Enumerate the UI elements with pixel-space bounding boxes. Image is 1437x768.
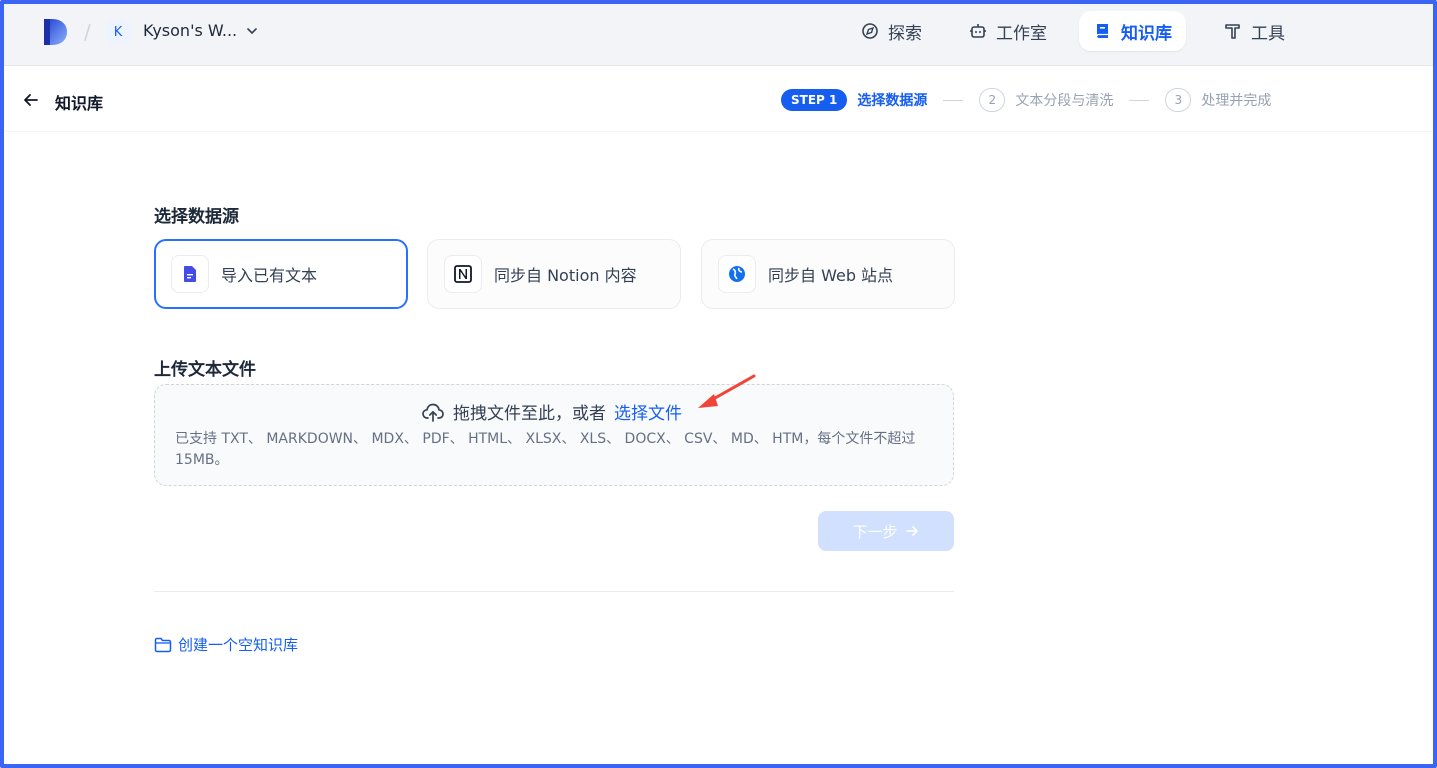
chevron-down-icon[interactable] <box>245 24 259 38</box>
app-window: / K Kyson's W... 探索 工作室 知识库 工具 知识库 STEP … <box>0 0 1437 768</box>
dropzone-drag-text: 拖拽文件至此，或者 <box>453 404 606 424</box>
step3-label: 处理并完成 <box>1201 93 1272 109</box>
next-step-label: 下一步 <box>852 522 898 541</box>
source-card-web[interactable]: 同步自 Web 站点 <box>701 239 955 309</box>
page-header: 知识库 STEP 1 选择数据源 2 文本分段与清洗 3 处理并完成 <box>4 66 1433 132</box>
nav-studio[interactable]: 工作室 <box>954 11 1061 51</box>
select-file-link[interactable]: 选择文件 <box>614 399 682 424</box>
compass-icon <box>862 23 878 39</box>
nav-explore-label: 探索 <box>888 23 922 44</box>
top-navigation-bar: / K Kyson's W... 探索 工作室 知识库 工具 <box>4 4 1433 66</box>
source-card-web-label: 同步自 Web 站点 <box>768 266 894 285</box>
document-icon <box>171 255 209 293</box>
step1-badge: STEP 1 <box>781 89 848 111</box>
step-connector <box>1129 99 1150 101</box>
workspace-name[interactable]: Kyson's W... <box>143 21 237 40</box>
cloud-upload-icon <box>422 403 444 422</box>
nav-knowledge[interactable]: 知识库 <box>1079 11 1186 51</box>
breadcrumb-separator: / <box>84 20 91 44</box>
step3-number: 3 <box>1165 88 1192 112</box>
hammer-icon <box>1225 24 1240 39</box>
step2-label: 文本分段与清洗 <box>1015 93 1114 109</box>
create-empty-knowledge-label: 创建一个空知识库 <box>178 636 299 654</box>
create-empty-knowledge-link[interactable]: 创建一个空知识库 <box>154 634 298 655</box>
section-divider <box>154 591 954 592</box>
step-indicator: STEP 1 选择数据源 2 文本分段与清洗 3 处理并完成 <box>781 88 1271 112</box>
source-card-import-text[interactable]: 导入已有文本 <box>154 239 408 309</box>
source-card-notion-label: 同步自 Notion 内容 <box>494 266 637 285</box>
arrow-right-icon <box>905 526 918 536</box>
nav-tools-label: 工具 <box>1251 23 1285 44</box>
back-arrow-icon[interactable] <box>22 91 40 109</box>
source-card-import-text-label: 导入已有文本 <box>221 266 318 285</box>
page-title: 知识库 <box>55 94 104 113</box>
step2-number: 2 <box>979 88 1006 112</box>
notion-icon <box>444 255 482 293</box>
robot-icon <box>970 24 986 38</box>
file-dropzone[interactable]: 拖拽文件至此，或者 选择文件 已支持 TXT、 MARKDOWN、 MDX、 P… <box>154 384 954 486</box>
folder-icon <box>154 637 172 652</box>
annotation-arrow <box>698 374 756 408</box>
nav-explore[interactable]: 探索 <box>846 11 936 51</box>
step-connector <box>943 99 964 101</box>
nav-studio-label: 工作室 <box>996 23 1047 44</box>
dropzone-prompt: 拖拽文件至此，或者 选择文件 <box>421 399 682 424</box>
nav-tools[interactable]: 工具 <box>1209 11 1299 51</box>
globe-icon <box>718 255 756 293</box>
next-step-button[interactable]: 下一步 <box>818 511 954 551</box>
step1-label: 选择数据源 <box>857 93 928 109</box>
source-card-notion[interactable]: 同步自 Notion 内容 <box>427 239 681 309</box>
supported-formats-hint: 已支持 TXT、 MARKDOWN、 MDX、 PDF、 HTML、 XLSX、… <box>175 431 916 468</box>
book-icon <box>1096 24 1108 38</box>
app-logo[interactable] <box>42 17 68 47</box>
upload-section-title: 上传文本文件 <box>154 360 256 380</box>
nav-knowledge-label: 知识库 <box>1121 23 1172 44</box>
workspace-avatar[interactable]: K <box>106 20 130 44</box>
datasource-section-title: 选择数据源 <box>154 207 239 227</box>
